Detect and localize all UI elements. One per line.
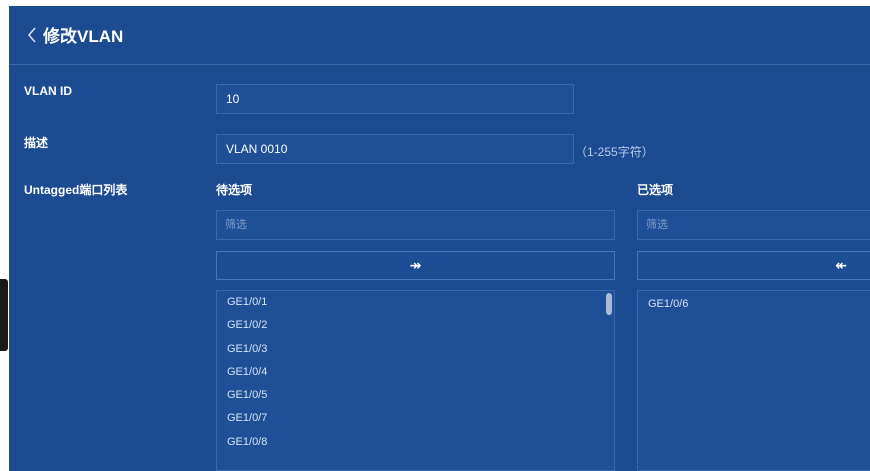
list-item[interactable]: GE1/0/4 xyxy=(217,361,614,384)
chevron-left-icon[interactable] xyxy=(27,26,37,44)
list-item[interactable]: GE1/0/8 xyxy=(217,431,614,454)
untagged-ports-label: Untagged端口列表 xyxy=(24,183,128,197)
vlan-id-label: VLAN ID xyxy=(24,84,72,98)
move-left-button[interactable]: ↞ xyxy=(637,251,870,280)
description-label: 描述 xyxy=(24,136,49,150)
selected-list[interactable]: GE1/0/6 xyxy=(637,290,870,471)
selected-filter-input[interactable]: 筛选 xyxy=(637,210,870,240)
double-arrow-right-icon: ↠ xyxy=(409,257,422,273)
edit-vlan-panel: 修改VLAN VLAN ID 10 描述 VLAN 0010 （1-255字符）… xyxy=(9,6,870,471)
available-title: 待选项 xyxy=(216,183,253,197)
panel-header: 修改VLAN xyxy=(9,6,870,65)
available-filter-input[interactable]: 筛选 xyxy=(216,210,615,240)
selected-title: 已选项 xyxy=(637,183,674,197)
side-drawer-handle[interactable] xyxy=(0,279,8,351)
list-item[interactable]: GE1/0/1 xyxy=(217,291,614,314)
description-input[interactable]: VLAN 0010 xyxy=(216,134,574,164)
list-item[interactable]: GE1/0/6 xyxy=(638,294,870,314)
double-arrow-left-icon: ↞ xyxy=(835,257,847,273)
description-hint: （1-255字符） xyxy=(575,145,654,159)
list-item[interactable]: GE1/0/3 xyxy=(217,338,614,361)
vlan-id-input[interactable]: 10 xyxy=(216,84,574,114)
move-right-button[interactable]: ↠ xyxy=(216,251,615,280)
list-item[interactable]: GE1/0/5 xyxy=(217,384,614,407)
list-scrollbar[interactable] xyxy=(606,293,612,315)
list-item[interactable]: GE1/0/7 xyxy=(217,407,614,430)
available-list[interactable]: GE1/0/1 GE1/0/2 GE1/0/3 GE1/0/4 GE1/0/5 GE1/0… xyxy=(216,290,615,471)
page-title: 修改VLAN xyxy=(43,27,124,46)
list-item[interactable]: GE1/0/2 xyxy=(217,314,614,337)
